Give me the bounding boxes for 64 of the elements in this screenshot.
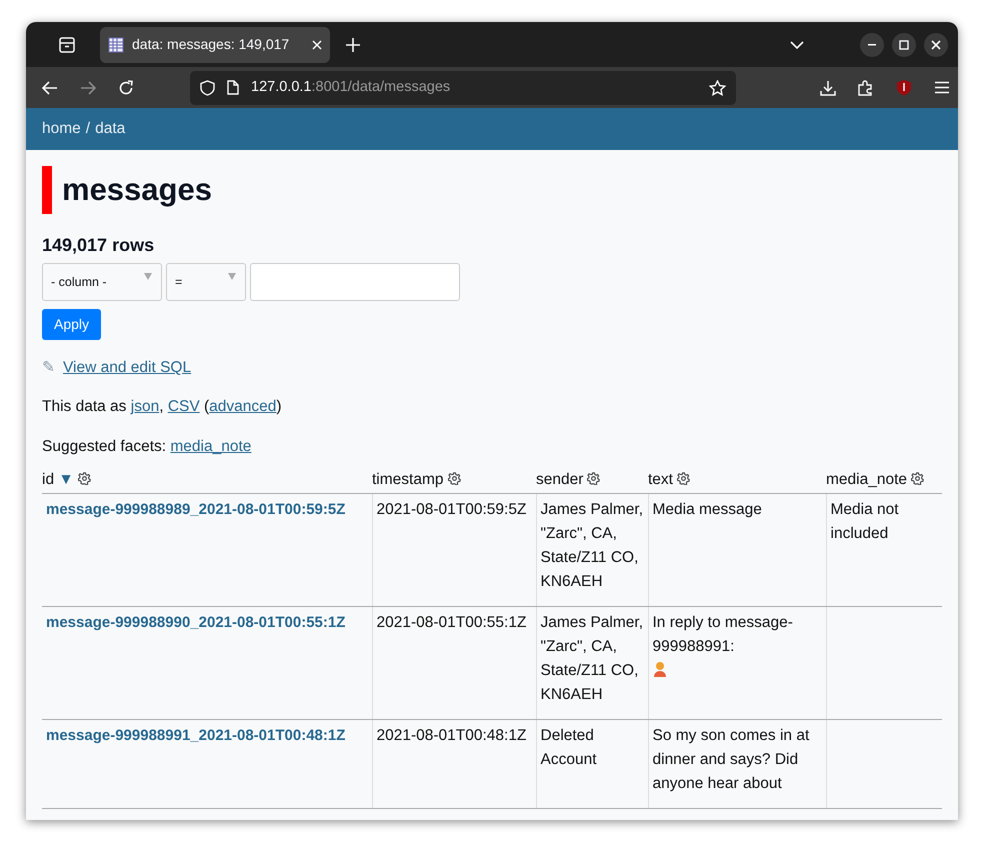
row-count: 149,017 rows [42, 234, 156, 257]
operator-select[interactable]: = [166, 263, 246, 301]
close-icon[interactable] [312, 40, 322, 50]
puzzle-icon[interactable] [858, 79, 874, 96]
column-header-link[interactable]: id [42, 470, 54, 488]
maximize-icon[interactable] [892, 32, 916, 56]
back-icon[interactable] [42, 80, 58, 94]
new-tab-icon[interactable] [346, 38, 360, 52]
column-header-link[interactable]: timestamp [372, 470, 444, 488]
export-link[interactable]: json [130, 398, 160, 416]
filter-value-field[interactable] [250, 263, 460, 301]
column-header-link[interactable]: media_note [826, 470, 908, 488]
chevron-down-icon[interactable] [790, 40, 804, 50]
settings-icon[interactable] [587, 472, 600, 485]
shield-icon [200, 80, 215, 96]
suggested-facets: Suggested facets: media_note [42, 436, 252, 456]
export-link[interactable]: CSV [168, 398, 200, 416]
settings-icon[interactable] [676, 472, 690, 485]
reload-icon[interactable] [118, 80, 134, 96]
facet-link[interactable]: media_note [170, 438, 252, 454]
sql-link[interactable]: View and edit SQL [63, 356, 192, 380]
table-cell: 2021-08-01T00:48:1Z [376, 727, 526, 744]
caret-icon [227, 272, 237, 281]
column-header-link[interactable]: sender [536, 470, 584, 488]
row-id-link[interactable]: message-999988989_2021-08-01T00:59:5Z [46, 501, 346, 518]
pencil-icon: ✎ [42, 356, 55, 380]
apply-button[interactable]: Apply [42, 309, 102, 340]
forward-icon[interactable] [80, 80, 96, 94]
table-cell: 2021-08-01T00:55:1Z [376, 614, 526, 631]
breadcrumb-link[interactable]: data [95, 117, 126, 141]
column-header-link[interactable]: text [648, 470, 673, 488]
table-cell: So my son comes in at dinner and says? Did anyone hear about [652, 727, 810, 792]
url-text: 127.0.0.1:8001/data/messages [251, 78, 452, 97]
table-cell: Media message [652, 501, 762, 518]
settings-icon[interactable] [448, 472, 460, 485]
breadcrumb-separator: / [86, 119, 90, 140]
table-icon [108, 36, 124, 52]
breadcrumb-link[interactable]: home [42, 117, 81, 141]
page-icon [227, 80, 239, 95]
menu-icon[interactable] [934, 81, 950, 94]
export-line: This data as json, CSV (advanced) [42, 397, 283, 418]
minimize-icon[interactable] [860, 32, 884, 56]
caret-icon [143, 272, 153, 281]
download-icon[interactable] [820, 80, 836, 96]
close-icon[interactable] [924, 32, 948, 56]
table-cell: Deleted Account [540, 727, 597, 768]
table-cell: Media not included [830, 501, 899, 542]
column-select[interactable]: - column - [42, 263, 162, 301]
export-link[interactable]: advanced [209, 398, 276, 416]
settings-icon[interactable] [911, 472, 924, 485]
table-cell: In reply to message-999988991: [652, 614, 793, 655]
page-title: messages [42, 166, 942, 214]
settings-icon[interactable] [78, 472, 91, 485]
row-id-link[interactable]: message-999988991_2021-08-01T00:48:1Z [46, 727, 346, 744]
table-cell: James Palmer, "Zarc", CA, State/Z11 CO, KN6AEH [540, 614, 644, 703]
address-bar[interactable]: 127.0.0.1:8001/data/messages [190, 70, 736, 104]
shield-icon[interactable] [896, 79, 912, 96]
row-id-link[interactable]: message-999988990_2021-08-01T00:55:1Z [46, 614, 346, 631]
table-cell: James Palmer, "Zarc", CA, State/Z11 CO, KN6AEH [540, 501, 644, 590]
browser-tab[interactable]: data: messages: 149,017 [100, 26, 330, 62]
star-icon[interactable] [709, 80, 726, 96]
sort-indicator[interactable]: ▼ [54, 470, 74, 488]
tab-list-icon[interactable] [58, 36, 76, 54]
table-cell: 2021-08-01T00:59:5Z [376, 501, 526, 518]
